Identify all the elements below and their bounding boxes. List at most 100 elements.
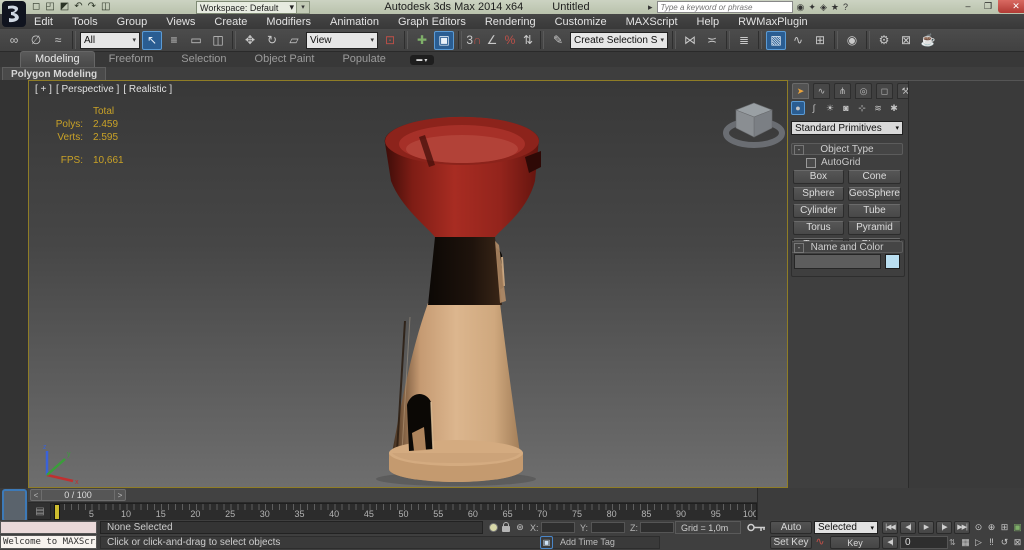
- perspective-viewport[interactable]: [ + ] [ Perspective ] [ Realistic ] Tota…: [28, 80, 788, 488]
- select-and-scale-icon[interactable]: ▱: [284, 31, 304, 50]
- autogrid-checkbox[interactable]: [806, 158, 816, 168]
- z-coordinate-field[interactable]: [640, 522, 674, 533]
- category-lights-icon[interactable]: ☀: [823, 101, 837, 115]
- tab-motion-icon[interactable]: ◎: [855, 83, 872, 99]
- key-mode-toggle-icon[interactable]: ⊙: [972, 521, 985, 534]
- ribbon-config-button[interactable]: ▬▾: [410, 55, 434, 65]
- edit-named-selection-sets-icon[interactable]: ✎: [548, 31, 568, 50]
- subscription-icon[interactable]: ✦: [808, 2, 816, 13]
- help-icon[interactable]: ?: [843, 2, 848, 12]
- new-file-icon[interactable]: ◻: [32, 1, 40, 13]
- next-frame-button[interactable]: |▶: [936, 521, 952, 534]
- set-key-curve-icon[interactable]: ∿: [814, 536, 826, 548]
- category-spacewarps-icon[interactable]: ≋: [871, 101, 885, 115]
- track-bar-ruler[interactable]: 5101520253035404550556065707580859095100: [50, 503, 757, 520]
- named-selection-set-dropdown[interactable]: Create Selection Se ▾: [570, 32, 668, 49]
- restore-button[interactable]: ❐: [978, 0, 998, 13]
- lightbulb-icon[interactable]: [489, 523, 498, 532]
- render-setup-icon[interactable]: ⚙: [874, 31, 894, 50]
- collapse-icon[interactable]: -: [794, 145, 804, 155]
- undo-icon[interactable]: ↶: [74, 1, 82, 13]
- ribbon-toggle-icon[interactable]: ▧: [766, 31, 786, 50]
- menu-item[interactable]: Views: [166, 16, 195, 28]
- macro-recorder-pane[interactable]: [0, 521, 97, 534]
- project-folder-icon[interactable]: ◫: [101, 1, 110, 13]
- select-object-icon[interactable]: ↖: [142, 31, 162, 50]
- animation-set-dropdown[interactable]: Selected ▾: [814, 521, 878, 534]
- close-button[interactable]: ✕: [998, 0, 1024, 13]
- favorites-star-icon[interactable]: ★: [831, 2, 839, 13]
- time-slider-row[interactable]: < 0 / 100 >: [28, 488, 757, 503]
- primitive-button[interactable]: Pyramid: [848, 221, 901, 235]
- tab-modify-icon[interactable]: ∿: [813, 83, 830, 99]
- primitive-button[interactable]: Cone: [848, 170, 901, 184]
- isolate-selection-icon[interactable]: ▣: [540, 536, 553, 549]
- tab-create-icon[interactable]: ➤: [792, 83, 809, 99]
- use-pivot-center-icon[interactable]: ⊡: [380, 31, 400, 50]
- percent-snap-icon[interactable]: %: [502, 31, 518, 50]
- object-color-swatch[interactable]: [885, 254, 900, 269]
- category-shapes-icon[interactable]: ∫: [807, 101, 821, 115]
- snap-toggle-3d-icon[interactable]: 3∩: [466, 31, 482, 50]
- set-key-button[interactable]: Set Key: [770, 536, 812, 549]
- isolate-toggle-icon[interactable]: ▷: [972, 536, 985, 549]
- go-to-start-button[interactable]: |◀◀: [882, 521, 898, 534]
- rendered-frame-window-icon[interactable]: ⊠: [896, 31, 916, 50]
- 3dsmax-logo[interactable]: [2, 1, 26, 27]
- current-frame-field[interactable]: 0: [900, 536, 948, 549]
- polygon-modeling-panel-tab[interactable]: Polygon Modeling: [2, 67, 106, 81]
- select-and-link-icon[interactable]: ∞: [4, 31, 24, 50]
- open-file-icon[interactable]: ◰: [45, 1, 54, 13]
- layer-manager-icon[interactable]: ≣: [734, 31, 754, 50]
- infocenter-expand-icon[interactable]: ▸: [648, 2, 653, 13]
- window-crossing-icon[interactable]: ◫: [208, 31, 228, 50]
- menu-item[interactable]: Graph Editors: [398, 16, 466, 28]
- bind-to-spacewarp-icon[interactable]: ≈: [48, 31, 68, 50]
- redo-icon[interactable]: ↷: [88, 1, 96, 13]
- primitive-button[interactable]: Cylinder: [793, 204, 844, 218]
- key-step-back-button[interactable]: ◀|: [882, 536, 898, 549]
- menu-item[interactable]: Edit: [34, 16, 53, 28]
- tab-populate[interactable]: Populate: [328, 52, 399, 67]
- workspace-menu-button[interactable]: ▾: [296, 1, 310, 14]
- selection-filter-dropdown[interactable]: All ▾: [80, 32, 140, 49]
- search-input[interactable]: [657, 1, 793, 13]
- tab-modeling[interactable]: Modeling: [20, 51, 95, 67]
- category-cameras-icon[interactable]: ◙: [839, 101, 853, 115]
- menu-item[interactable]: Rendering: [485, 16, 536, 28]
- geometry-category-dropdown[interactable]: Standard Primitives ▾: [791, 121, 903, 135]
- time-slider-thumb[interactable]: < 0 / 100 >: [30, 489, 126, 501]
- selection-lock-icon[interactable]: [502, 526, 510, 532]
- viewport-layout-corner-button[interactable]: [2, 489, 27, 522]
- zoom-extents-icon[interactable]: ▣: [1011, 521, 1024, 534]
- maximize-viewport-toggle-icon[interactable]: ⊠: [1011, 536, 1024, 549]
- primitive-button[interactable]: Box: [793, 170, 844, 184]
- menu-item[interactable]: Customize: [555, 16, 607, 28]
- mirror-icon[interactable]: ⋈: [680, 31, 700, 50]
- absolute-mode-icon[interactable]: ⊛: [514, 521, 526, 533]
- rectangular-selection-region-icon[interactable]: ▭: [186, 31, 206, 50]
- communication-center-icon[interactable]: ◈: [820, 2, 827, 13]
- minimize-button[interactable]: –: [958, 0, 978, 13]
- select-and-manipulate-icon[interactable]: ✚: [412, 31, 432, 50]
- unlink-selection-icon[interactable]: ∅: [26, 31, 46, 50]
- select-by-name-icon[interactable]: ≡: [164, 31, 184, 50]
- select-and-rotate-icon[interactable]: ↻: [262, 31, 282, 50]
- object-type-rollout[interactable]: - Object Type: [791, 143, 903, 155]
- mute-icon[interactable]: ‼: [985, 536, 998, 549]
- tab-freeform[interactable]: Freeform: [95, 52, 168, 67]
- schematic-view-icon[interactable]: ⊞: [810, 31, 830, 50]
- menu-item[interactable]: Animation: [330, 16, 379, 28]
- primitive-button[interactable]: Sphere: [793, 187, 844, 201]
- menu-item[interactable]: Help: [697, 16, 720, 28]
- tab-display-icon[interactable]: ◻: [876, 83, 893, 99]
- play-button[interactable]: ▶: [918, 521, 934, 534]
- key-filters-button[interactable]: Key Filters...: [830, 536, 880, 549]
- search-icon[interactable]: ◉: [797, 2, 805, 13]
- menu-item[interactable]: RWMaxPlugin: [738, 16, 808, 28]
- x-coordinate-field[interactable]: [541, 522, 575, 533]
- category-systems-icon[interactable]: ✱: [887, 101, 901, 115]
- angle-snap-icon[interactable]: ∠: [484, 31, 500, 50]
- tab-hierarchy-icon[interactable]: ⋔: [834, 83, 851, 99]
- orbit-icon[interactable]: ↺: [998, 536, 1011, 549]
